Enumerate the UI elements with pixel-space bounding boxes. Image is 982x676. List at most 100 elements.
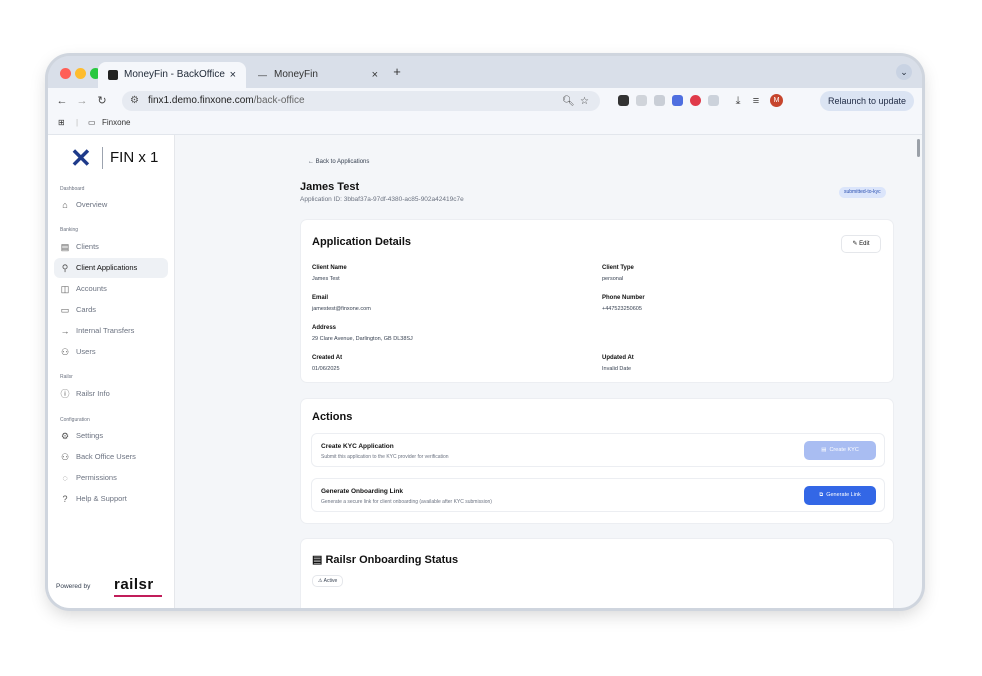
sidebar-item-label: Overview (76, 200, 108, 209)
divider: | (76, 118, 79, 127)
extension-icon[interactable] (690, 95, 701, 106)
email-value: jamestest@finxone.com (312, 306, 371, 312)
sidebar-item-label: Permissions (76, 473, 117, 482)
address-bar-row: ← → ↻ ⚙ finx1.demo.finxone.com/back-offi… (48, 88, 922, 126)
tab-search-button[interactable]: ⌄ (896, 64, 912, 80)
user-check-icon: ⚲ (61, 263, 69, 273)
bookmarks-bar: ⊞ | ▭ Finxone (48, 114, 922, 135)
extension-icon[interactable] (618, 95, 629, 106)
document-icon: ▤ (821, 447, 827, 453)
extension-icon[interactable] (672, 95, 683, 106)
card-icon: ▭ (60, 305, 70, 315)
railsr-logo: railsr (114, 576, 154, 593)
page-title: James Test (300, 181, 360, 193)
sidebar-item-label: Client Applications (76, 263, 138, 272)
generate-link-label: Generate Link (826, 492, 861, 498)
create-kyc-button[interactable]: ▤ Create KYC (804, 441, 876, 460)
railsr-status-heading-text: Railsr Onboarding Status (325, 554, 459, 566)
puzzle-icon[interactable] (708, 95, 719, 106)
generate-link-button[interactable]: ⧉ Generate Link (804, 486, 876, 505)
url-host: finx1.demo.finxone.com (148, 95, 254, 106)
section-label-banking: Banking (60, 227, 79, 233)
info-icon: ⓘ (60, 389, 70, 399)
sidebar-item-settings[interactable]: ⚙ Settings (54, 426, 168, 446)
sidebar-item-label: Accounts (76, 284, 107, 293)
sidebar-item-cards[interactable]: ▭ Cards (54, 300, 168, 320)
sidebar-item-help-support[interactable]: ? Help & Support (54, 489, 168, 509)
client-type-value: personal (602, 276, 624, 282)
application-details-card: Application Details ✎ Edit Client Name J… (300, 219, 894, 383)
sidebar-item-overview[interactable]: ⌂ Overview (54, 195, 168, 215)
tab-title: MoneyFin (274, 69, 318, 80)
zoom-icon[interactable]: 🔍︎ (562, 96, 575, 107)
site-settings-icon[interactable]: ⚙ (130, 95, 139, 106)
sidebar-item-users[interactable]: ⚇ Users (54, 342, 168, 362)
favicon-icon (108, 70, 118, 80)
wallet-icon: ◫ (60, 284, 70, 294)
arrow-right-icon: → (60, 326, 70, 336)
logo-text: FIN x 1 (110, 149, 159, 166)
sidebar-item-clients[interactable]: ▤ Clients (54, 237, 168, 257)
back-arrow-icon[interactable]: ← (54, 93, 70, 109)
close-tab-icon[interactable]: × (230, 62, 236, 88)
sidebar-item-internal-transfers[interactable]: → Internal Transfers (54, 321, 168, 341)
email-label: Email (312, 295, 329, 301)
address-label: Address (312, 325, 337, 331)
bookmark-folder-finxone[interactable]: Finxone (102, 118, 130, 127)
apps-grid-icon[interactable]: ⊞ (58, 118, 65, 127)
created-at-label: Created At (312, 355, 343, 361)
client-name-label: Client Name (312, 265, 347, 271)
scrollbar[interactable] (917, 139, 920, 157)
minimize-window-button[interactable] (75, 68, 86, 79)
gear-icon: ⚙ (60, 431, 70, 441)
folder-icon: ▭ (88, 118, 96, 127)
railsr-logo-underline (114, 595, 162, 597)
relaunch-button[interactable]: Relaunch to update ⋮ (820, 91, 914, 126)
action-description: Submit this application to the KYC provi… (321, 454, 449, 460)
extension-icon[interactable] (636, 95, 647, 106)
create-kyc-action-row: Create KYC Application Submit this appli… (311, 433, 885, 467)
close-window-button[interactable] (60, 68, 71, 79)
sidebar-item-label: Internal Transfers (76, 326, 135, 335)
back-to-applications-link[interactable]: ← Back to Applications (308, 159, 369, 165)
download-icon[interactable]: ⤓ (730, 93, 746, 109)
sidebar-item-accounts[interactable]: ◫ Accounts (54, 279, 168, 299)
application-id: Application ID: 3bbaf37a-97df-4380-ac85-… (300, 196, 464, 203)
created-at-value: 01/06/2025 (312, 366, 340, 372)
edit-icon: ✎ (852, 241, 858, 247)
url-input[interactable]: ⚙ finx1.demo.finxone.com/back-office 🔍︎ … (122, 91, 600, 111)
railsr-status-badge-text: Active (323, 578, 338, 584)
powered-by-label: Powered by (56, 583, 91, 590)
close-tab-icon[interactable]: × (372, 62, 378, 88)
section-label-dashboard: Dashboard (60, 186, 85, 192)
reload-icon[interactable]: ↻ (94, 93, 110, 109)
tab-moneyfin-backoffice[interactable]: MoneyFin - BackOffice × (98, 62, 246, 88)
media-icon[interactable]: ≡ (748, 93, 764, 109)
edit-button[interactable]: ✎ Edit (841, 235, 881, 253)
extension-icon[interactable] (654, 95, 665, 106)
bookmark-star-icon[interactable]: ☆ (580, 96, 589, 107)
client-name-value: James Test (312, 276, 340, 282)
action-title: Create KYC Application (321, 443, 394, 450)
application-details-heading: Application Details (312, 236, 412, 248)
sidebar-item-back-office-users[interactable]: ⚇ Back Office Users (54, 447, 168, 467)
sidebar-item-permissions[interactable]: ◌ Permissions (54, 468, 168, 488)
tab-moneyfin[interactable]: — MoneyFin × (248, 62, 388, 88)
railsr-status-heading: ▤ Railsr Onboarding Status (312, 553, 458, 566)
create-kyc-label: Create KYC (829, 447, 859, 453)
help-icon: ? (62, 494, 68, 504)
sidebar-item-client-applications[interactable]: ⚲ Client Applications (54, 258, 168, 278)
new-tab-button[interactable]: + (390, 62, 404, 82)
users-icon: ⚇ (60, 347, 70, 357)
actions-card: Actions Create KYC Application Submit th… (300, 398, 894, 524)
profile-avatar[interactable]: M (770, 94, 783, 107)
tab-bar: MoneyFin - BackOffice × — MoneyFin × + ⌄ (48, 56, 922, 88)
sidebar-item-railsr-info[interactable]: ⓘ Railsr Info (54, 384, 168, 404)
clipboard-icon: ▤ (60, 242, 70, 252)
back-link-label: Back to Applications (315, 159, 370, 165)
actions-heading: Actions (312, 411, 353, 423)
sidebar-item-label: Clients (76, 242, 99, 251)
section-label-configuration: Configuration (60, 417, 90, 423)
forward-arrow-icon[interactable]: → (74, 93, 90, 109)
shield-icon: ◌ (62, 473, 68, 483)
